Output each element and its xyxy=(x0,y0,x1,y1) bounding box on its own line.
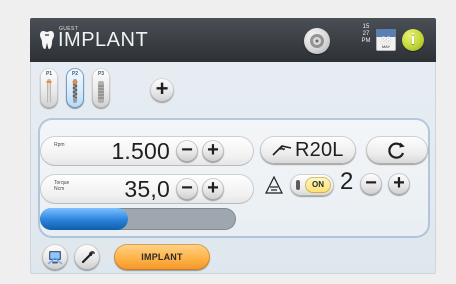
program-button-p1[interactable]: P1 xyxy=(40,68,58,108)
torque-minus-button[interactable]: − xyxy=(176,178,198,200)
torque-label: Torque Ncm xyxy=(54,180,69,192)
add-program-button[interactable]: + xyxy=(150,78,174,102)
device-screen: GUEST IMPLANT 15 27 PM 28 MAY i P1 P2 P3… xyxy=(30,18,436,274)
program-row: P1 P2 P3 + xyxy=(30,62,436,118)
program-button-p3[interactable]: P3 xyxy=(92,68,110,108)
info-icon: i xyxy=(410,31,416,48)
torque-progress-fill xyxy=(40,208,129,230)
handpiece-ratio-label: R20L xyxy=(295,139,344,161)
program-button-p2[interactable]: P2 xyxy=(66,68,84,108)
light-toggle-indicator xyxy=(296,180,300,190)
info-button[interactable]: i xyxy=(402,29,424,51)
light-toggle[interactable]: ON xyxy=(290,174,334,196)
light-level-value: 2 xyxy=(340,168,354,195)
top-bar: GUEST IMPLANT 15 27 PM 28 MAY i xyxy=(30,18,436,62)
light-plus-button[interactable]: + xyxy=(388,173,410,195)
program-label: P3 xyxy=(97,71,105,77)
speed-minus-button[interactable]: − xyxy=(176,140,198,162)
torque-field: Torque Ncm 35,0 − + xyxy=(40,174,254,204)
light-minus-button[interactable]: − xyxy=(360,173,382,195)
rotation-direction-icon xyxy=(388,142,405,159)
rotation-direction-button[interactable] xyxy=(366,136,428,164)
minus-icon: − xyxy=(365,172,377,194)
device-frame: GUEST IMPLANT 15 27 PM 28 MAY i P1 P2 P3… xyxy=(0,0,456,284)
plus-icon: + xyxy=(393,172,405,194)
bur-icon xyxy=(46,79,52,103)
speed-plus-button[interactable]: + xyxy=(202,140,224,162)
implant-tab[interactable]: IMPLANT xyxy=(114,244,210,270)
handpiece-ratio-button[interactable]: R20L xyxy=(260,136,356,164)
speed-value: 1.500 xyxy=(111,138,170,164)
torque-progress-bar xyxy=(40,208,236,230)
calendar-icon[interactable]: 28 MAY xyxy=(376,29,396,51)
time-minute: 27 xyxy=(362,31,370,37)
settings-panel: Rpm 1.500 − + R20L Torque Ncm 35,0 − + O… xyxy=(38,118,430,238)
add-program-label: + xyxy=(155,76,169,101)
motor-button[interactable] xyxy=(304,28,330,54)
plus-icon: + xyxy=(207,139,219,161)
minus-icon: − xyxy=(181,139,193,161)
calendar-month: MAY xyxy=(381,44,391,49)
light-toggle-on-label: ON xyxy=(305,177,331,193)
time-hour: 15 xyxy=(362,24,370,30)
screen-nav-button[interactable] xyxy=(42,244,68,270)
handpiece-icon xyxy=(272,145,292,156)
drill-icon xyxy=(72,79,78,103)
torque-value: 35,0 xyxy=(124,176,170,202)
program-label: P2 xyxy=(71,71,79,77)
implant-icon xyxy=(98,81,104,103)
time-readout: 15 27 PM xyxy=(359,24,373,45)
speed-label: Rpm xyxy=(54,142,65,148)
tools-nav-button[interactable] xyxy=(74,244,100,270)
plus-icon: + xyxy=(207,177,219,199)
minus-icon: − xyxy=(181,177,193,199)
torque-plus-button[interactable]: + xyxy=(202,178,224,200)
implant-tooth-icon xyxy=(40,31,54,49)
program-label: P1 xyxy=(45,71,53,77)
wrench-icon xyxy=(81,250,95,264)
mode-title: IMPLANT xyxy=(58,29,149,51)
time-ampm: PM xyxy=(361,38,371,44)
implant-tab-label: IMPLANT xyxy=(141,252,183,262)
torque-label-line2: Ncm xyxy=(54,186,65,192)
speed-field: Rpm 1.500 − + xyxy=(40,136,254,166)
screen-icon xyxy=(47,251,63,265)
light-icon xyxy=(265,176,283,194)
motor-icon xyxy=(310,34,324,48)
bottom-navigation: IMPLANT xyxy=(30,238,436,274)
